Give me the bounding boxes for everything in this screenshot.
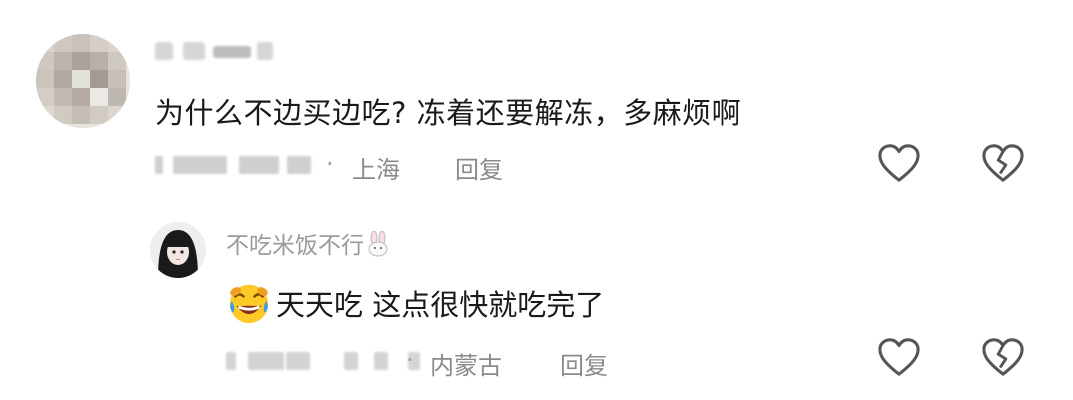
meta-separator: · [326, 150, 334, 178]
commenter-name-redacted[interactable] [155, 38, 275, 64]
reply-dislike-broken-heart-icon[interactable] [980, 336, 1026, 378]
reply-author-name-text: 不吃米饭不行 [226, 233, 364, 259]
reply-text-row: 天天吃 这点很快就吃完了 [226, 280, 604, 326]
reply-author-name[interactable]: 不吃米饭不行 [226, 226, 390, 263]
comment-text: 为什么不边买边吃? 冻着还要解冻，多麻烦啊 [155, 96, 742, 130]
reply-like-heart-icon[interactable] [876, 336, 922, 378]
reply-text: 天天吃 这点很快就吃完了 [276, 288, 605, 322]
reply-date-redacted [226, 346, 426, 376]
reply-location: 内蒙古 [430, 352, 502, 380]
rofl-emoji-icon [226, 280, 272, 326]
comment-date-redacted [155, 150, 325, 180]
comment-location: 上海 [352, 156, 400, 184]
reply-author-avatar[interactable] [150, 222, 206, 278]
reply-reply-button[interactable]: 回复 [560, 346, 608, 381]
commenter-avatar[interactable] [36, 34, 130, 128]
like-heart-icon[interactable] [876, 142, 922, 184]
reply-button[interactable]: 回复 [455, 150, 503, 185]
dislike-broken-heart-icon[interactable] [980, 142, 1026, 184]
reply-meta-separator: · [406, 346, 414, 374]
bunny-icon [366, 230, 390, 263]
